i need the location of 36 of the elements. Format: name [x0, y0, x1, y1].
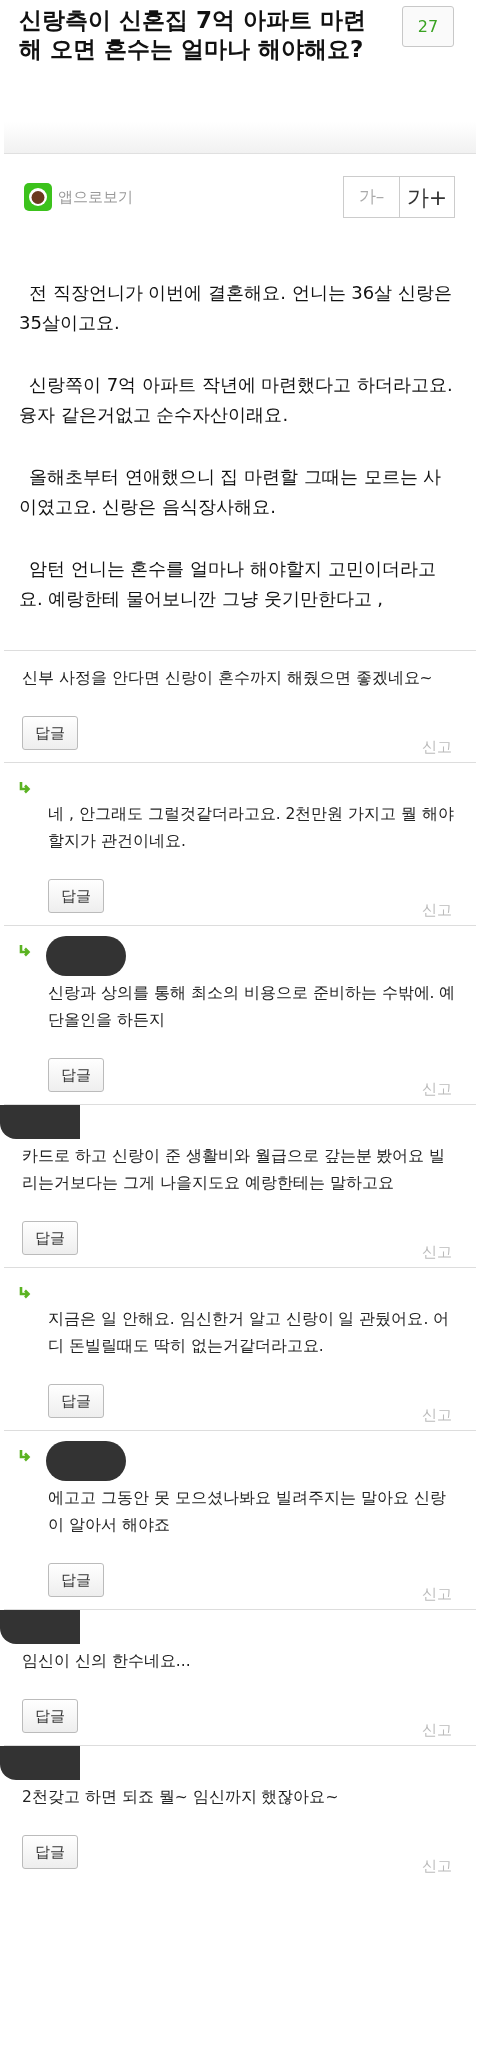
report-link[interactable]: 신고 — [422, 1077, 452, 1100]
app-view-link[interactable]: 앱으로보기 — [58, 185, 133, 209]
comment-text: 지금은 일 안해요. 임신한거 알고 신랑이 일 관뒀어요. 어디 돈빌릴때도 딱히 없는거같더라고요. — [48, 1309, 451, 1357]
post-paragraph: 전 직장언니가 이번에 결혼해요. 언니는 36살 신랑은 35살이고요. — [19, 281, 453, 335]
reply-arrow-icon — [18, 944, 32, 958]
reply-arrow-icon — [18, 1286, 32, 1300]
comment-text: 신부 사정을 안다면 신랑이 혼수까지 해줬으면 좋겠네요~ — [22, 668, 434, 689]
reply-arrow-icon — [18, 1449, 32, 1463]
reply-button[interactable]: 답글 — [22, 1221, 78, 1255]
post-paragraph: 올해초부터 연애했으니 집 마련할 그때는 모르는 사이였고요. 신랑은 음식장사해요. — [19, 465, 443, 519]
reply-button[interactable]: 답글 — [48, 1058, 104, 1092]
comment-count-badge[interactable]: 27 — [402, 6, 454, 47]
comment-text: 2천갖고 하면 되죠 뭘~ 임신까지 했잖아요~ — [22, 1787, 340, 1808]
post-paragraph: 암턴 언니는 혼수를 얼마나 해야할지 고민이더라고요. 예랑한테 물어보니깐 그냥 웃기만한다고 , — [19, 557, 437, 611]
reply-button[interactable]: 답글 — [48, 879, 104, 913]
report-link[interactable]: 신고 — [422, 1240, 452, 1263]
report-link[interactable]: 신고 — [422, 1403, 452, 1426]
reply-button[interactable]: 답글 — [22, 1699, 78, 1733]
reply-button[interactable]: 답글 — [48, 1563, 104, 1597]
comment-text: 네 , 안그래도 그럴것같더라고요. 2천만원 가지고 뭘 해야할지가 관건이네요. — [48, 804, 456, 852]
post-paragraph: 신랑쪽이 7억 아파트 작년에 마련했다고 하더라고요. 융자 같은거없고 순수자산이래요. — [19, 373, 454, 427]
comment-text: 카드로 하고 신랑이 준 생활비와 월급으로 갚는분 봤어요 빌리는거보다는 그게 나을지도요 예랑한테는 말하고요 — [22, 1146, 447, 1194]
comment-text: 임신이 신의 한수네요... — [22, 1651, 192, 1672]
report-link[interactable]: 신고 — [422, 735, 452, 758]
report-link[interactable]: 신고 — [422, 1854, 452, 1877]
reply-button[interactable]: 답글 — [22, 716, 78, 750]
comment-text: 에고고 그동안 못 모으셨나봐요 빌려주지는 말아요 신랑이 알아서 해야죠 — [48, 1488, 447, 1536]
report-link[interactable]: 신고 — [422, 898, 452, 921]
report-link[interactable]: 신고 — [422, 1582, 452, 1605]
reply-arrow-icon — [18, 781, 32, 795]
app-icon[interactable] — [24, 183, 52, 211]
post-title: 신랑측이 신혼집 7억 아파트 마련해 오면 혼수는 얼마나 해야해요? — [19, 6, 368, 64]
reply-button[interactable]: 답글 — [22, 1835, 78, 1869]
comment-text: 신랑과 상의를 통해 최소의 비용으로 준비하는 수밖에. 예단올인을 하든지 — [48, 983, 456, 1031]
reply-button[interactable]: 답글 — [48, 1384, 104, 1418]
report-link[interactable]: 신고 — [422, 1718, 452, 1741]
